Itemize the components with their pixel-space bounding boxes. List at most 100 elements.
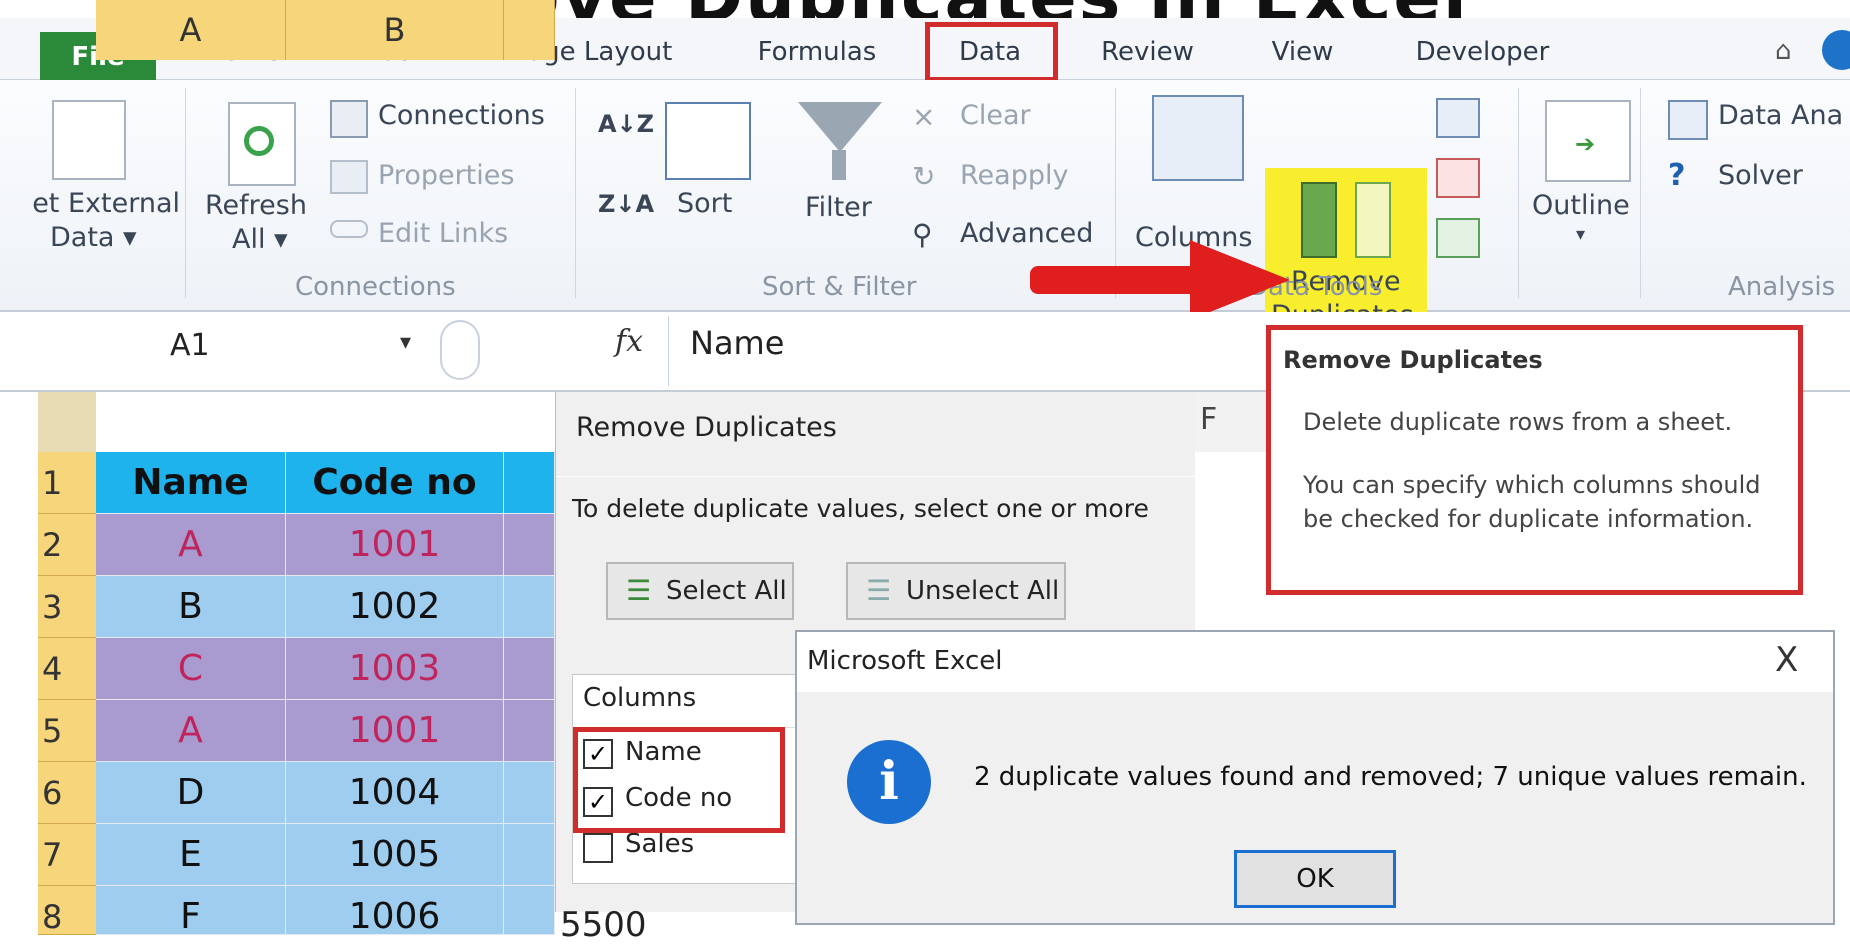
solver-icon: ? [1668,158,1686,193]
table-cell[interactable]: C [96,638,286,700]
column-header-a[interactable]: A [96,0,286,60]
row-header[interactable]: 3 [38,576,96,638]
table-cell[interactable] [504,762,555,824]
column-header-f[interactable]: F [1185,392,1275,452]
help-icon[interactable] [1822,30,1850,70]
refresh-icon[interactable] [228,102,296,186]
remove-duplicates-icon-right [1355,182,1391,258]
row-header[interactable]: 4 [38,638,96,700]
sort-button[interactable]: Sort [677,188,732,219]
header-cell-name[interactable]: Name [96,452,286,514]
table-cell[interactable]: 1004 [286,762,504,824]
table-cell[interactable] [504,886,555,935]
dialog-divider [556,476,1196,477]
edit-links-icon [330,220,368,238]
select-all-label: Select All [666,576,787,606]
sort-icon[interactable] [665,102,751,180]
consolidate-icon[interactable] [1436,158,1480,198]
select-all-corner[interactable] [38,392,96,452]
ribbon-separator [1518,88,1519,298]
minimize-ribbon-icon[interactable]: ⌂ [1775,36,1792,66]
reapply-icon: ↻ [912,160,936,193]
tab-view[interactable]: View [1265,30,1340,74]
table-cell[interactable]: A [96,514,286,576]
formula-input[interactable]: Name [690,324,784,362]
table-cell[interactable]: 1003 [286,638,504,700]
ok-button[interactable]: OK [1234,850,1396,908]
group-label-connections: Connections [295,272,456,302]
info-icon: i [847,740,931,824]
table-cell[interactable]: 1001 [286,700,504,762]
table-cell[interactable]: B [96,576,286,638]
row-header[interactable]: 8 [38,886,96,936]
column-header-c[interactable] [504,0,555,60]
header-cell-code[interactable]: Code no [286,452,504,514]
insert-function-icon[interactable]: fx [615,324,643,359]
filter-icon[interactable] [798,102,882,152]
table-cell[interactable]: 1006 [286,886,504,937]
table-cell[interactable]: F [96,886,286,937]
tab-formulas[interactable]: Formulas [752,30,882,74]
name-box-dropdown-icon[interactable]: ▾ [400,330,411,355]
table-cell[interactable]: D [96,762,286,824]
sort-z-a-icon[interactable]: Z↓A [598,190,654,218]
filter-button[interactable]: Filter [805,192,872,223]
column-header-b[interactable]: B [286,0,504,60]
outline-dropdown-icon[interactable]: ▾ [1576,224,1585,245]
connections-button[interactable]: Connections [378,100,545,131]
row-header[interactable]: 5 [38,700,96,762]
unselect-all-button[interactable]: ☰ Unselect All [846,562,1066,620]
refresh-all-label-2[interactable]: All ▾ [232,224,288,255]
row-header[interactable]: 7 [38,824,96,886]
reapply-button[interactable]: Reapply [960,160,1068,191]
table-cell[interactable] [504,514,555,576]
ribbon-separator [575,88,576,298]
solver-button[interactable]: Solver [1718,160,1803,191]
message-box-text: 2 duplicate values found and removed; 7 … [974,762,1807,792]
row-header[interactable]: 2 [38,514,96,576]
table-cell[interactable]: 1005 [286,824,504,886]
table-cell[interactable]: E [96,824,286,886]
row-header[interactable]: 1 [38,452,96,514]
table-cell[interactable] [504,638,555,700]
tooltip-title: Remove Duplicates [1283,346,1543,374]
table-cell[interactable] [504,824,555,886]
table-cell[interactable]: A [96,700,286,762]
column-header-f-label: F [1200,402,1218,437]
sales-checkbox[interactable] [583,833,613,863]
table-cell[interactable]: 1001 [286,514,504,576]
tab-review[interactable]: Review [1095,30,1200,74]
select-all-button[interactable]: ☰ Select All [606,562,794,620]
remove-duplicates-icon [1301,182,1337,258]
table-cell[interactable] [504,700,555,762]
close-icon[interactable]: X [1775,640,1798,680]
get-external-data-icon[interactable] [52,100,126,180]
sales-checkbox-label: Sales [625,829,695,859]
header-cell-c[interactable] [504,452,555,514]
formula-bar-divider [668,316,669,386]
properties-icon [330,160,368,194]
remove-duplicates-tooltip: Remove Duplicates Delete duplicate rows … [1266,325,1803,595]
data-analysis-icon [1668,100,1708,140]
outline-button[interactable]: Outline [1532,190,1630,221]
row-header[interactable]: 6 [38,762,96,824]
properties-button[interactable]: Properties [378,160,514,191]
sort-a-z-icon[interactable]: A↓Z [598,110,654,138]
edit-links-button[interactable]: Edit Links [378,218,508,249]
table-cell[interactable] [504,576,555,638]
text-to-columns-icon[interactable] [1152,95,1244,181]
name-box[interactable]: A1 ▾ [40,324,440,378]
data-validation-icon[interactable] [1436,98,1480,138]
data-analysis-button[interactable]: Data Ana [1718,100,1843,131]
outline-icon[interactable]: ➔ [1545,100,1631,182]
refresh-all-label[interactable]: Refresh [205,190,307,221]
name-box-value: A1 [170,328,210,363]
what-if-analysis-icon[interactable] [1436,218,1480,258]
table-cell[interactable]: 1002 [286,576,504,638]
tab-developer[interactable]: Developer [1410,30,1555,74]
clear-icon: ⨯ [912,100,936,133]
get-external-data-label-2[interactable]: Data ▾ [50,222,137,253]
clear-button[interactable]: Clear [960,100,1031,131]
checked-columns-highlight [573,727,785,833]
get-external-data-label[interactable]: et External [0,188,180,219]
